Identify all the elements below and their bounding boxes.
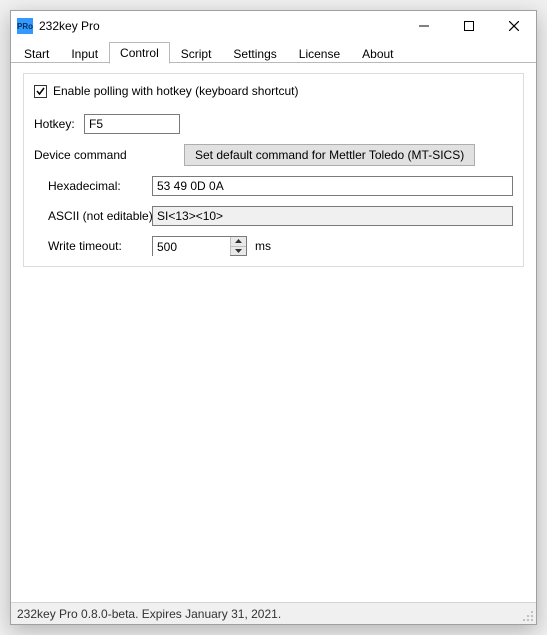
window-title: 232key Pro xyxy=(39,19,401,33)
hotkey-row: Hotkey: xyxy=(34,114,513,134)
write-timeout-input[interactable] xyxy=(153,237,230,257)
tab-content-control: Enable polling with hotkey (keyboard sho… xyxy=(11,63,536,602)
write-timeout-row: Write timeout: ms xyxy=(34,236,513,256)
app-window: PRo 232key Pro Start Input Control Scrip… xyxy=(10,10,537,625)
control-group: Enable polling with hotkey (keyboard sho… xyxy=(23,73,524,267)
hexadecimal-row: Hexadecimal: xyxy=(34,176,513,196)
ascii-row: ASCII (not editable): xyxy=(34,206,513,226)
minimize-button[interactable] xyxy=(401,11,446,41)
hexadecimal-input[interactable] xyxy=(152,176,513,196)
device-command-label: Device command xyxy=(34,148,184,162)
close-button[interactable] xyxy=(491,11,536,41)
maximize-icon xyxy=(464,21,474,31)
set-default-command-button[interactable]: Set default command for Mettler Toledo (… xyxy=(184,144,475,166)
tab-bar: Start Input Control Script Settings Lice… xyxy=(11,41,536,63)
chevron-down-icon xyxy=(235,249,242,253)
tab-script[interactable]: Script xyxy=(170,43,223,63)
minimize-icon xyxy=(419,21,429,31)
checkmark-icon xyxy=(35,86,46,97)
chevron-up-icon xyxy=(235,239,242,243)
size-grip-icon[interactable] xyxy=(522,610,534,622)
ascii-label: ASCII (not editable): xyxy=(34,209,152,223)
enable-polling-checkbox[interactable] xyxy=(34,85,47,98)
ascii-input xyxy=(152,206,513,226)
maximize-button[interactable] xyxy=(446,11,491,41)
statusbar: 232key Pro 0.8.0-beta. Expires January 3… xyxy=(11,602,536,624)
tab-start[interactable]: Start xyxy=(13,43,60,63)
write-timeout-label: Write timeout: xyxy=(34,239,152,253)
spinner-up-button[interactable] xyxy=(231,237,246,247)
titlebar: PRo 232key Pro xyxy=(11,11,536,41)
enable-polling-row: Enable polling with hotkey (keyboard sho… xyxy=(34,84,513,98)
tab-settings[interactable]: Settings xyxy=(222,43,287,63)
tab-control[interactable]: Control xyxy=(109,42,170,64)
spinner-down-button[interactable] xyxy=(231,247,246,256)
app-icon: PRo xyxy=(17,18,33,34)
statusbar-text: 232key Pro 0.8.0-beta. Expires January 3… xyxy=(17,607,281,621)
hotkey-input[interactable] xyxy=(84,114,180,134)
tab-license[interactable]: License xyxy=(288,43,351,63)
enable-polling-label: Enable polling with hotkey (keyboard sho… xyxy=(53,84,298,98)
hotkey-label: Hotkey: xyxy=(34,117,84,131)
write-timeout-stepper[interactable] xyxy=(152,236,247,256)
write-timeout-unit: ms xyxy=(255,239,271,253)
device-command-row: Device command Set default command for M… xyxy=(34,144,513,166)
tab-input[interactable]: Input xyxy=(60,43,109,63)
tab-about[interactable]: About xyxy=(351,43,404,63)
close-icon xyxy=(509,21,519,31)
spinner xyxy=(230,237,246,255)
hexadecimal-label: Hexadecimal: xyxy=(34,179,152,193)
